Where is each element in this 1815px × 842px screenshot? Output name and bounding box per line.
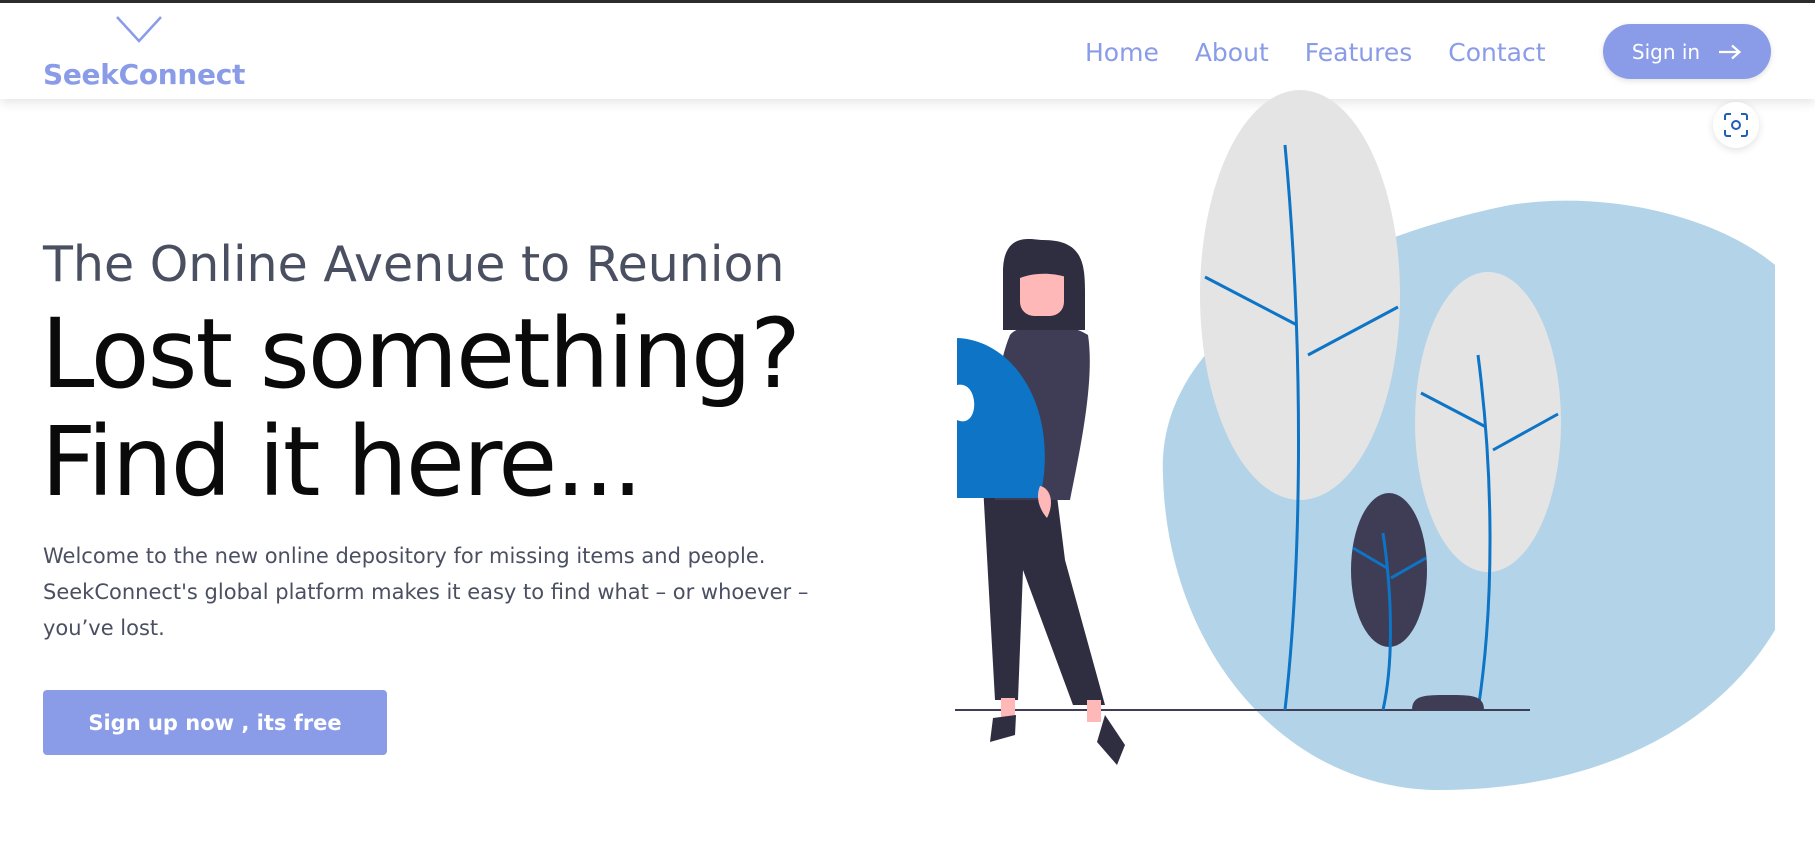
headline-line-1: Lost something?	[41, 298, 801, 410]
chevron-down-icon[interactable]	[115, 15, 163, 45]
headline-line-2: Find it here...	[41, 406, 643, 518]
arrow-right-icon	[1719, 44, 1742, 59]
medium-leaf	[1415, 272, 1561, 572]
top-navbar: SeekConnect Home About Features Contact …	[0, 3, 1815, 99]
hero-headline: Lost something? Find it here...	[41, 298, 801, 518]
sign-in-button[interactable]: Sign in	[1603, 24, 1771, 79]
nav-about[interactable]: About	[1195, 38, 1269, 67]
large-leaf	[1200, 90, 1400, 500]
hero-subtitle: The Online Avenue to Reunion	[43, 236, 785, 293]
signup-button[interactable]: Sign up now , its free	[43, 690, 387, 755]
brand-logo[interactable]: SeekConnect	[43, 58, 245, 91]
hero-description: Welcome to the new online depository for…	[43, 544, 809, 640]
hero-illustration	[955, 90, 1775, 790]
main-nav: Home About Features Contact	[1085, 38, 1546, 67]
ground-rock	[1412, 695, 1484, 710]
woman-figure	[957, 238, 1125, 765]
nav-contact[interactable]: Contact	[1448, 38, 1545, 67]
sign-in-label: Sign in	[1631, 39, 1701, 64]
nav-features[interactable]: Features	[1305, 38, 1413, 67]
nav-home[interactable]: Home	[1085, 38, 1159, 67]
